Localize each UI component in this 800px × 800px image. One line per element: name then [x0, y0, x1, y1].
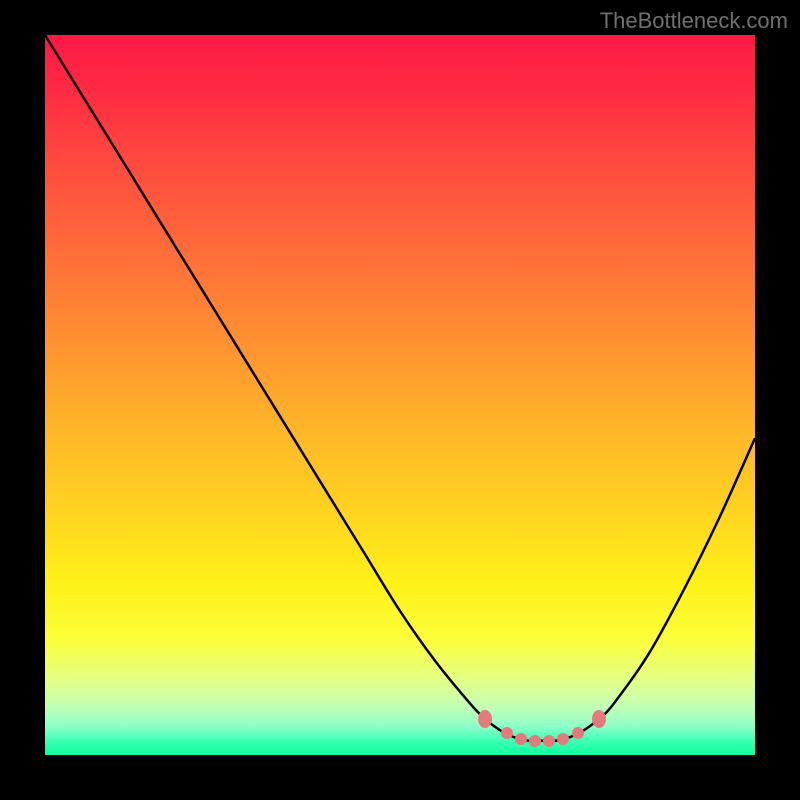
optimal-point — [501, 727, 513, 739]
plot-area — [45, 35, 755, 755]
watermark-text: TheBottleneck.com — [600, 8, 788, 34]
optimal-point — [557, 733, 569, 745]
optimal-point — [543, 735, 555, 747]
optimal-point — [592, 710, 606, 728]
optimal-points-layer — [45, 35, 755, 755]
optimal-point — [478, 710, 492, 728]
optimal-point — [572, 727, 584, 739]
optimal-point — [515, 733, 527, 745]
optimal-point — [529, 735, 541, 747]
